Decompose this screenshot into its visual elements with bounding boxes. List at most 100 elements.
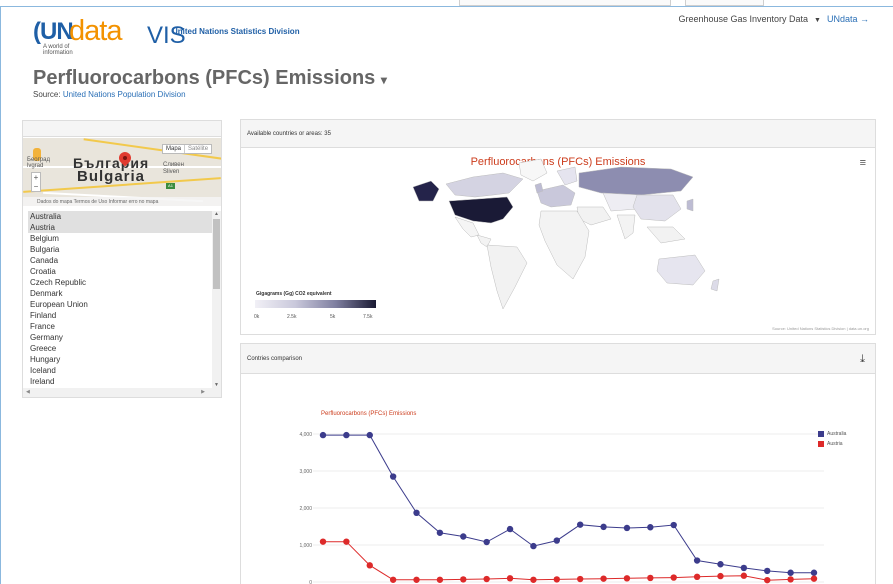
top-tab-strip[interactable] (459, 0, 671, 6)
data-point[interactable] (366, 431, 373, 439)
country-list-item[interactable]: Greece (28, 343, 216, 354)
data-point[interactable] (343, 431, 350, 439)
data-point[interactable] (413, 509, 420, 517)
data-point[interactable] (576, 521, 584, 528)
data-point[interactable] (319, 431, 327, 439)
legend-item[interactable]: Australia (818, 429, 846, 439)
country-list-item[interactable]: Hungary (28, 354, 216, 365)
world-choropleth-map[interactable]: Perfluorocarbons (PFCs) Emissions ≡ Giga… (241, 149, 875, 334)
page-title[interactable]: Perfluorocarbons (PFCs) Emissions ▾ (33, 67, 387, 90)
data-point[interactable] (436, 529, 444, 536)
country-list-item[interactable]: European Union (28, 299, 216, 310)
data-point[interactable] (483, 538, 490, 546)
map-label-city-left: Београд lvgrad (27, 157, 50, 169)
country-list-item[interactable]: Germany (28, 332, 216, 343)
mini-map[interactable]: Београд lvgrad България Bulgaria Сливен Sl… (23, 138, 221, 206)
data-point[interactable] (647, 524, 654, 531)
data-point[interactable] (436, 576, 444, 583)
data-point[interactable] (460, 533, 467, 540)
country-list-item[interactable]: Croatia (28, 266, 216, 277)
zoom-control[interactable]: + − (31, 172, 41, 192)
map-legend-tick: 2.5k (287, 314, 297, 320)
data-point[interactable] (576, 575, 584, 583)
country-list-item[interactable]: Belgium (28, 233, 216, 244)
data-point[interactable] (600, 523, 607, 531)
scroll-left-arrow-icon[interactable]: ◀ (26, 389, 30, 395)
country-list-item[interactable]: Ireland (28, 376, 216, 387)
country-list-item[interactable]: France (28, 321, 216, 332)
country-list-item[interactable]: Denmark (28, 288, 216, 299)
caret-down-icon[interactable]: ▾ (381, 73, 387, 87)
map-legend-tick: 7.5k (363, 314, 373, 320)
data-point[interactable] (764, 576, 771, 584)
scroll-right-arrow-icon[interactable]: ▶ (201, 389, 205, 395)
data-point[interactable] (717, 561, 724, 568)
legend-item[interactable]: Austria (818, 439, 846, 449)
map-country-scandinavia (556, 166, 578, 186)
map-country-africa (538, 210, 590, 280)
data-point[interactable] (787, 569, 794, 576)
data-point[interactable] (717, 572, 724, 580)
data-point[interactable] (506, 575, 514, 582)
un-wreath-icon: ( (33, 18, 41, 45)
comparison-line-chart[interactable]: 4,000 3,000 2,000 1,000 0 (241, 344, 876, 584)
data-point[interactable] (530, 542, 537, 550)
horizontal-scrollbar[interactable]: ◀ ▶ (23, 388, 221, 397)
map-legend-tick: 5k (330, 314, 336, 320)
data-point[interactable] (343, 538, 350, 545)
top-tab-strip-right[interactable] (685, 0, 764, 6)
map-type-map-button[interactable]: Mapa (163, 145, 184, 153)
data-point[interactable] (623, 524, 631, 532)
data-point[interactable] (506, 525, 514, 533)
map-country-new-zealand (710, 278, 720, 292)
data-point[interactable] (764, 567, 771, 575)
source-link[interactable]: United Nations Population Division (63, 90, 186, 99)
logo-un: (UN (33, 18, 74, 45)
map-panel-header: Available countries or areas: 35 (241, 120, 875, 148)
caret-down-icon[interactable]: ▼ (814, 17, 821, 24)
data-point[interactable] (553, 576, 561, 583)
data-point[interactable] (670, 574, 677, 581)
undata-link[interactable]: UNdata → (827, 14, 869, 24)
data-point[interactable] (530, 576, 537, 583)
dataset-dropdown[interactable]: Greenhouse Gas Inventory Data (678, 14, 808, 24)
data-point[interactable] (740, 572, 748, 579)
country-list-item[interactable]: Czech Republic (28, 277, 216, 288)
scroll-up-arrow-icon[interactable]: ▲ (213, 211, 220, 217)
map-country-china (632, 194, 682, 222)
y-tick-label: 1,000 (299, 543, 312, 549)
data-point[interactable] (693, 573, 701, 581)
data-point[interactable] (460, 576, 467, 583)
vertical-scrollbar[interactable]: ▲ ▼ (212, 211, 221, 388)
country-list-item[interactable]: Iceland (28, 365, 216, 376)
scroll-thumb[interactable] (213, 219, 220, 289)
data-point[interactable] (553, 537, 561, 544)
data-point[interactable] (740, 564, 748, 572)
data-point[interactable] (600, 575, 607, 582)
map-source-credit[interactable]: Source: United Nations Statistics Divisi… (772, 326, 869, 331)
data-point[interactable] (693, 557, 701, 564)
data-point[interactable] (810, 569, 818, 576)
country-list-item[interactable]: Bulgaria (28, 244, 216, 255)
comparison-legend: Australia Austria (818, 429, 846, 449)
country-list-item[interactable]: Australia (28, 211, 216, 222)
country-list-item[interactable]: Canada (28, 255, 216, 266)
data-point[interactable] (787, 576, 794, 583)
data-point[interactable] (810, 575, 818, 582)
data-point[interactable] (389, 473, 397, 480)
country-list[interactable]: Australia Austria Belgium Bulgaria Canada Cro… (28, 211, 216, 388)
country-list-item[interactable]: Austria (28, 222, 216, 233)
zoom-in-icon[interactable]: + (34, 173, 39, 182)
data-point[interactable] (389, 576, 397, 583)
zoom-out-icon[interactable]: − (34, 182, 39, 191)
data-point[interactable] (319, 538, 327, 545)
data-point[interactable] (483, 575, 490, 583)
data-point[interactable] (623, 575, 631, 582)
data-point[interactable] (647, 574, 654, 582)
country-list-item[interactable]: Finland (28, 310, 216, 321)
map-country-uk (534, 182, 544, 194)
data-point[interactable] (366, 562, 373, 569)
map-type-satellite-button[interactable]: Satélite (184, 145, 211, 153)
data-point[interactable] (670, 521, 677, 529)
data-point[interactable] (413, 576, 420, 583)
